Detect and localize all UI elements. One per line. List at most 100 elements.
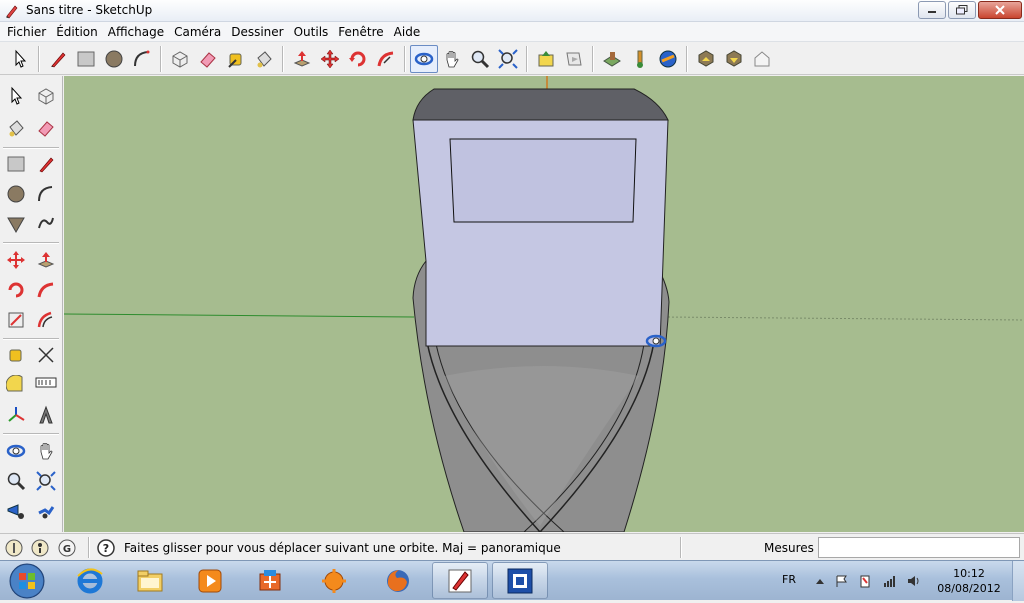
menu-camera[interactable]: Caméra [169, 22, 226, 42]
paint-bucket-button[interactable] [2, 114, 30, 142]
move-button[interactable] [2, 246, 30, 274]
sketchup-icon [448, 569, 472, 592]
share-model-button[interactable] [560, 45, 588, 73]
rotate-button[interactable] [2, 276, 30, 304]
taskbar-firefox[interactable] [370, 562, 426, 599]
get-components-button[interactable] [720, 45, 748, 73]
axes-button[interactable] [2, 401, 30, 429]
geolocation-icon[interactable] [4, 538, 24, 558]
help-icon[interactable]: ? [96, 538, 116, 558]
action-center-icon[interactable] [834, 574, 850, 588]
google-sign-in-icon[interactable]: G [57, 538, 77, 558]
freehand-tool-button[interactable] [32, 210, 60, 238]
rectangle-tool-button[interactable] [2, 150, 30, 178]
3d-text-button[interactable] [32, 401, 60, 429]
menu-fenetre[interactable]: Fenêtre [333, 22, 388, 42]
move-button[interactable] [316, 45, 344, 73]
system-clock[interactable]: 10:12 08/08/2012 [936, 566, 1002, 596]
walk-button[interactable] [32, 497, 60, 525]
taskbar-file-explorer[interactable] [122, 562, 178, 599]
app-window-icon [507, 568, 533, 593]
paint-bucket-button[interactable] [250, 45, 278, 73]
protractor-button[interactable] [2, 371, 30, 399]
start-button[interactable] [4, 562, 50, 600]
zoom-button[interactable] [2, 467, 30, 495]
line-tool-button[interactable] [44, 45, 72, 73]
follow-me-button[interactable] [32, 276, 60, 304]
3d-warehouse-button[interactable] [748, 45, 776, 73]
credits-icon[interactable] [30, 538, 50, 558]
taskbar-sketchup[interactable] [432, 562, 488, 599]
svg-text:?: ? [103, 542, 109, 555]
minimize-button[interactable] [918, 1, 946, 19]
language-indicator[interactable]: FR [782, 573, 796, 586]
orbit-button[interactable] [410, 44, 438, 73]
make-component-button[interactable] [32, 82, 60, 110]
taskbar-app-window[interactable] [492, 562, 548, 599]
firefox-icon [387, 569, 409, 592]
restore-button[interactable] [948, 1, 976, 19]
get-models-button[interactable] [532, 45, 560, 73]
volume-icon[interactable] [906, 574, 922, 588]
eraser-button[interactable] [32, 114, 60, 142]
taskbar-media-player[interactable] [182, 562, 238, 599]
show-desktop-button[interactable] [1012, 561, 1024, 601]
menu-edition[interactable]: Édition [51, 22, 103, 42]
toolbar-separator [38, 45, 40, 72]
menu-affichage[interactable]: Affichage [103, 22, 169, 42]
orbit-button[interactable] [2, 437, 30, 465]
rotate-button[interactable] [344, 45, 372, 73]
taskbar-control-panel[interactable] [242, 562, 298, 599]
zoom-extents-button[interactable] [32, 467, 60, 495]
menu-dessiner[interactable]: Dessiner [226, 22, 288, 42]
tape-measure-button[interactable] [222, 45, 250, 73]
menu-aide[interactable]: Aide [389, 22, 426, 42]
pan-button[interactable] [438, 45, 466, 73]
taskbar-internet-explorer[interactable] [62, 562, 118, 599]
dimension-button[interactable] [32, 341, 60, 369]
restore-icon [956, 5, 968, 15]
measurements-input[interactable] [818, 537, 1020, 558]
push-pull-button[interactable] [32, 246, 60, 274]
share-component-button[interactable] [692, 45, 720, 73]
text-button[interactable] [32, 371, 60, 399]
show-hidden-icons-icon[interactable] [812, 574, 828, 588]
get-components-icon [726, 49, 742, 67]
position-camera-button[interactable] [2, 497, 30, 525]
offset-button[interactable] [32, 306, 60, 334]
eraser-icon [38, 121, 54, 137]
line-tool-button[interactable] [32, 150, 60, 178]
tape-measure-button[interactable] [2, 341, 30, 369]
place-model-button[interactable] [626, 45, 654, 73]
menu-fichier[interactable]: Fichier [2, 22, 51, 42]
menu-outils[interactable]: Outils [289, 22, 334, 42]
select-tool-button[interactable] [6, 45, 34, 73]
preview-button[interactable] [654, 45, 682, 73]
drawing-viewport[interactable] [64, 76, 1024, 532]
scale-button[interactable] [2, 306, 30, 334]
rectangle-tool-button[interactable] [72, 45, 100, 73]
get-photo-texture-button[interactable] [598, 45, 626, 73]
zoom-extents-button[interactable] [494, 45, 522, 73]
eraser-button[interactable] [194, 45, 222, 73]
get-photo-texture-icon [603, 51, 621, 67]
circle-tool-button[interactable] [100, 45, 128, 73]
follow-me-button[interactable] [372, 45, 400, 73]
polygon-tool-button[interactable] [2, 210, 30, 238]
push-pull-button[interactable] [288, 45, 316, 73]
close-button[interactable] [978, 1, 1022, 19]
network-icon[interactable] [882, 574, 898, 588]
taskbar-avast[interactable] [306, 562, 362, 599]
offset-icon [37, 311, 53, 328]
make-component-button[interactable] [166, 45, 194, 73]
power-icon[interactable] [858, 574, 874, 588]
pan-button[interactable] [32, 437, 60, 465]
arc-tool-button[interactable] [128, 45, 156, 73]
toolbar-separator [3, 338, 59, 340]
circle-tool-button[interactable] [2, 180, 30, 208]
status-message: Faites glisser pour vous déplacer suivan… [124, 541, 561, 555]
select-tool-button[interactable] [2, 82, 30, 110]
zoom-button[interactable] [466, 45, 494, 73]
arc-tool-button[interactable] [32, 180, 60, 208]
minimize-icon [928, 11, 936, 13]
